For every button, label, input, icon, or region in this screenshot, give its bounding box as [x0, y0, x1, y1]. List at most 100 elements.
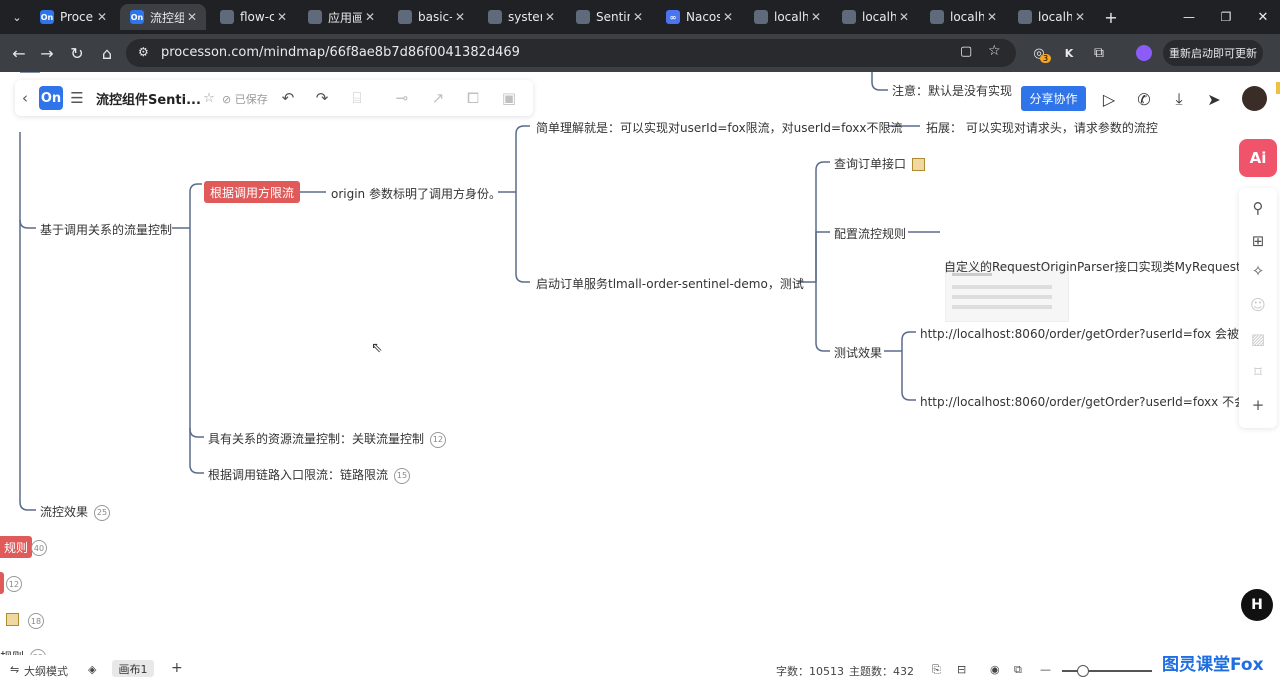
- back-icon[interactable]: ←: [8, 42, 30, 64]
- count-badge[interactable]: 15: [394, 467, 411, 484]
- zoom-out-icon[interactable]: —: [1040, 663, 1051, 676]
- new-tab-icon[interactable]: +: [1100, 6, 1122, 28]
- boundary-icon[interactable]: ▣: [499, 88, 519, 108]
- tab-close-icon[interactable]: ✕: [808, 10, 824, 24]
- node-url-foxx[interactable]: http://localhost:8060/order/getOrder?use…: [920, 393, 1258, 410]
- browser-tab[interactable]: 应用画 ✕: [298, 4, 384, 30]
- browser-tab[interactable]: On Proce ✕: [30, 4, 116, 30]
- summary-icon[interactable]: ⧠: [463, 88, 483, 108]
- tag-partial-rules[interactable]: 规则: [0, 536, 33, 558]
- node-flow-effect[interactable]: 流控效果 25: [40, 503, 111, 521]
- minimize-icon[interactable]: —: [1178, 6, 1200, 28]
- browser-tab[interactable]: localh ✕: [1008, 4, 1094, 30]
- home-icon[interactable]: ⌂: [96, 42, 118, 64]
- format-painter-icon[interactable]: ⌸: [347, 88, 367, 108]
- count-badge[interactable]: 12: [6, 576, 22, 592]
- node-test-effect[interactable]: 测试效果: [834, 344, 882, 361]
- help-button[interactable]: H: [1241, 589, 1273, 621]
- map-icon[interactable]: ⧉: [1014, 663, 1022, 677]
- insert-topic-icon[interactable]: ⊸: [392, 88, 412, 108]
- clipboard-icon[interactable]: ▢: [960, 44, 972, 59]
- browser-tab[interactable]: localh ✕: [920, 4, 1006, 30]
- tab-close-icon[interactable]: ✕: [542, 10, 558, 24]
- present-icon[interactable]: ▷: [1098, 88, 1120, 110]
- canvas-tab[interactable]: 画布1: [112, 660, 154, 677]
- node-config-flow-rule[interactable]: 配置流控规则: [834, 225, 906, 242]
- k-extension-icon[interactable]: K: [1058, 42, 1080, 64]
- processon-logo[interactable]: On: [39, 86, 63, 110]
- note-icon[interactable]: [6, 613, 19, 626]
- maximize-icon[interactable]: ❐: [1215, 6, 1237, 28]
- note-default-not-implemented[interactable]: 注意：默认是没有实现: [892, 82, 1012, 99]
- browser-tab[interactable]: basic- ✕: [388, 4, 474, 30]
- user-avatar[interactable]: [1242, 86, 1267, 111]
- browser-tab[interactable]: syster ✕: [478, 4, 564, 30]
- node-custom-origin-parser[interactable]: 自定义的RequestOriginParser接口实现类MyRequestOr: [944, 258, 1255, 275]
- tab-close-icon[interactable]: ✕: [630, 10, 646, 24]
- grid-icon[interactable]: ⊟: [957, 663, 966, 676]
- tab-close-icon[interactable]: ✕: [362, 10, 378, 24]
- mindmap-canvas[interactable]: 注意：默认是没有实现 基于调用关系的流量控制 根据调用方限流 origin 参数…: [0, 72, 1280, 665]
- node-url-fox[interactable]: http://localhost:8060/order/getOrder?use…: [920, 325, 1251, 342]
- node-start-order-service[interactable]: 启动订单服务tlmall-order-sentinel-demo，测试: [536, 275, 804, 292]
- outline-mode-label[interactable]: 大纲模式: [24, 663, 68, 679]
- tab-close-icon[interactable]: ✕: [184, 10, 200, 24]
- tab-close-icon[interactable]: ✕: [720, 10, 736, 24]
- image-icon[interactable]: ▨: [1248, 329, 1268, 349]
- add-icon[interactable]: +: [1248, 395, 1268, 415]
- tag-icon[interactable]: ⌑: [1248, 362, 1268, 382]
- back-chevron-icon[interactable]: ‹: [15, 88, 35, 108]
- count-badge[interactable]: 25: [94, 504, 111, 521]
- tab-close-icon[interactable]: ✕: [274, 10, 290, 24]
- node-chain-entry-limit[interactable]: 根据调用链路入口限流：链路限流 15: [208, 466, 411, 484]
- page-icon[interactable]: ⎘: [932, 663, 941, 677]
- forward-icon[interactable]: →: [36, 42, 58, 64]
- zoom-slider[interactable]: [1062, 670, 1152, 672]
- redo-icon[interactable]: ↷: [312, 88, 332, 108]
- undo-icon[interactable]: ↶: [278, 88, 298, 108]
- tab-list-icon[interactable]: ⌄: [6, 6, 28, 28]
- browser-tab[interactable]: Sentin✕: [566, 4, 652, 30]
- node-related-resource-flow[interactable]: 具有关系的资源流量控制：关联流量控制 12: [208, 430, 447, 448]
- extensions-puzzle-icon[interactable]: ⧉: [1088, 42, 1110, 64]
- node-origin-param[interactable]: origin 参数标明了调用方身份。: [331, 185, 501, 202]
- locate-icon[interactable]: ◉: [990, 663, 1000, 676]
- node-simple-understanding[interactable]: 简单理解就是：可以实现对userId=fox限流，对userId=foxx不限流: [536, 119, 902, 136]
- profile-icon[interactable]: [1133, 42, 1155, 64]
- call-icon[interactable]: ✆: [1133, 88, 1155, 110]
- tag-partial-red[interactable]: [0, 572, 4, 594]
- tag-limit-by-caller[interactable]: 根据调用方限流: [204, 181, 301, 203]
- browser-tab[interactable]: On 流控组 ✕: [120, 4, 206, 30]
- reload-icon[interactable]: ↻: [66, 42, 88, 64]
- count-badge[interactable]: 18: [28, 613, 44, 629]
- browser-tab[interactable]: ∞ Nacos ✕: [656, 4, 742, 30]
- outline-mode-icon[interactable]: ⇋: [10, 663, 19, 676]
- node-expand[interactable]: 拓展： 可以实现对请求头，请求参数的流控: [926, 119, 1158, 136]
- node-call-relation-flow-control[interactable]: 基于调用关系的流量控制: [40, 221, 172, 238]
- add-canvas-icon[interactable]: +: [171, 660, 183, 676]
- download-icon[interactable]: ⤓: [1168, 88, 1190, 110]
- document-title[interactable]: 流控组件Senti...: [96, 89, 201, 108]
- tab-close-icon[interactable]: ✕: [984, 10, 1000, 24]
- send-icon[interactable]: ➤: [1203, 88, 1225, 110]
- connector-icon[interactable]: ↗: [428, 88, 448, 108]
- structure-icon[interactable]: ⊞: [1248, 231, 1268, 251]
- restart-update-button[interactable]: 重新启动即可更新: [1163, 40, 1263, 66]
- browser-tab[interactable]: localh ✕: [832, 4, 918, 30]
- star-icon[interactable]: ☆: [199, 88, 219, 108]
- menu-icon[interactable]: ☰: [67, 88, 87, 108]
- tab-close-icon[interactable]: ✕: [452, 10, 468, 24]
- ai-assistant-button[interactable]: Ai: [1239, 139, 1277, 177]
- close-window-icon[interactable]: ✕: [1252, 6, 1274, 28]
- bookmark-star-icon[interactable]: ☆: [988, 43, 1001, 59]
- zoom-slider-knob[interactable]: [1077, 665, 1089, 677]
- style-icon[interactable]: ⚲: [1248, 198, 1268, 218]
- share-collaborate-button[interactable]: 分享协作: [1021, 86, 1086, 111]
- browser-tab[interactable]: localh ✕: [744, 4, 830, 30]
- url-field[interactable]: ⚙ processon.com/mindmap/66f8ae8b7d86f004…: [126, 39, 1016, 67]
- count-badge[interactable]: 12: [430, 431, 447, 448]
- node-query-order-api[interactable]: 查询订单接口: [834, 155, 926, 172]
- sparkle-icon[interactable]: ✧: [1248, 261, 1268, 281]
- tab-close-icon[interactable]: ✕: [896, 10, 912, 24]
- tab-close-icon[interactable]: ✕: [94, 10, 110, 24]
